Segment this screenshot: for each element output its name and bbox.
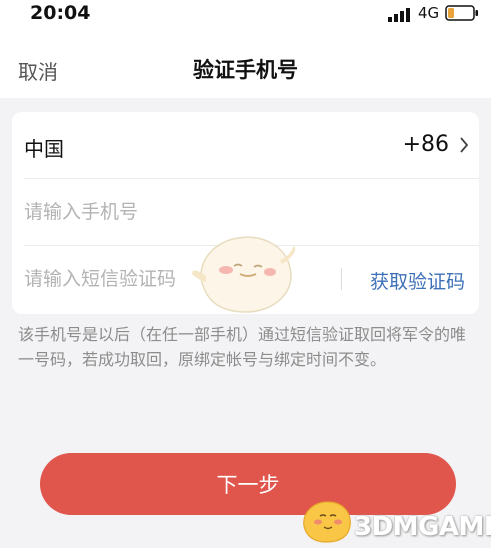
status-time: 20:04 [30,2,91,24]
hint-text: 该手机号是以后（在任一部手机）通过短信验证取回将军令的唯一号码，若成功取回，原绑… [18,325,467,369]
network-label: 4G [418,4,440,22]
country-code: +86 [402,132,449,157]
chevron-right-icon [459,136,469,158]
input-divider [341,268,342,290]
nav-bar: 取消 验证手机号 [0,28,491,98]
next-step-button[interactable]: 下一步 [40,453,456,515]
phone-input[interactable] [24,195,324,229]
battery-icon [445,5,479,25]
mascot-watermark-icon [190,228,300,322]
signal-icon [388,7,412,26]
page-title: 验证手机号 [193,58,298,82]
country-selector[interactable]: 中国 +86 [24,112,479,179]
get-code-button[interactable]: 获取验证码 [370,267,465,294]
watermark-text: 3DMGAME [354,512,491,542]
country-label: 中国 [24,137,64,161]
mascot-logo-icon [298,496,354,548]
status-bar: 20:04 4G [0,0,491,28]
